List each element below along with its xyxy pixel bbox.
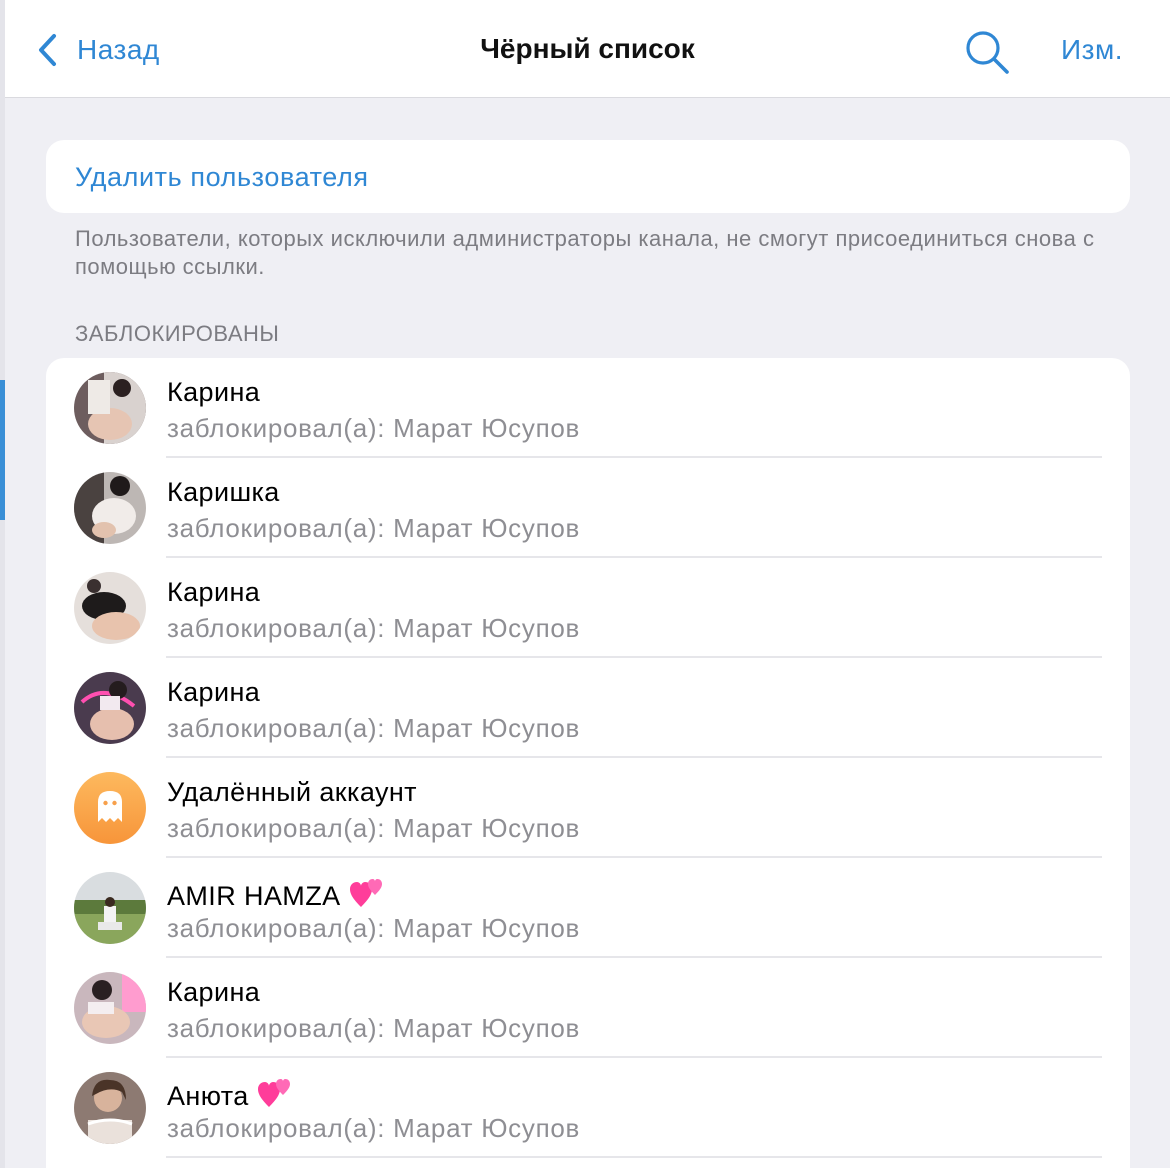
navigation-bar: Назад Чёрный список Изм. [5,0,1170,98]
user-name: Удалённый аккаунт [167,777,417,807]
left-edge-strip [0,0,5,1168]
remove-user-card: Удалить пользователя [46,140,1130,213]
blocked-by-text: заблокировал(а): Марат Юсупов [167,813,581,843]
user-name: Анюта [167,1077,293,1112]
user-avatar [74,372,146,444]
remove-user-button[interactable]: Удалить пользователя [75,162,369,193]
deleted-account-avatar [74,772,146,844]
user-name: Карина [167,977,261,1007]
blocked-by-text: заблокировал(а): Марат Юсупов [167,1113,581,1143]
section-header-blocked: ЗАБЛОКИРОВАНЫ [75,321,280,346]
row-separator [166,1156,1102,1158]
blocked-by-text: заблокировал(а): Марат Юсупов [167,913,581,943]
blocked-users-list: Карина заблокировал(а): Марат Юсупов Кар… [46,358,1130,1168]
ghost-icon [98,791,122,822]
list-item[interactable]: Карина заблокировал(а): Марат Юсупов [46,358,1130,458]
blocked-by-text: заблокировал(а): Марат Юсупов [167,713,581,743]
user-name: Карина [167,677,261,707]
blocked-by-text: заблокировал(а): Марат Юсупов [167,513,581,543]
list-item[interactable]: Карина заблокировал(а): Марат Юсупов [46,658,1130,758]
user-avatar [74,872,146,944]
blacklist-info-text: Пользователи, которых исключили админист… [75,226,1095,279]
user-avatar [74,672,146,744]
search-button[interactable] [963,28,1011,76]
list-item[interactable]: Карина заблокировал(а): Марат Юсупов [46,958,1130,1058]
blocked-by-text: заблокировал(а): Марат Юсупов [167,1013,581,1043]
two-hearts-icon [257,1079,290,1107]
list-item[interactable]: Карина заблокировал(а): Марат Юсупов [46,558,1130,658]
edit-button[interactable]: Изм. [1061,34,1123,66]
list-item[interactable]: Удалённый аккаунт заблокировал(а): Марат… [46,758,1130,858]
list-item[interactable]: Анюта заблокировал(а): Марат Юсупов [46,1058,1130,1158]
search-icon [966,31,1009,74]
user-name: Каришка [167,477,280,507]
blocked-by-text: заблокировал(а): Марат Юсупов [167,413,581,443]
list-item[interactable]: Каришка заблокировал(а): Марат Юсупов [46,458,1130,558]
two-hearts-icon [349,879,382,907]
user-avatar [74,472,146,544]
user-avatar [74,572,146,644]
user-avatar [74,972,146,1044]
list-item[interactable]: AMIR HAMZA заблокировал(а): Марат Юсупов [46,858,1130,958]
user-avatar [74,1072,146,1144]
blocked-by-text: заблокировал(а): Марат Юсупов [167,613,581,643]
user-name: AMIR HAMZA [167,877,385,912]
user-name: Карина [167,377,261,407]
left-edge-accent [0,380,5,520]
user-name: Карина [167,577,261,607]
